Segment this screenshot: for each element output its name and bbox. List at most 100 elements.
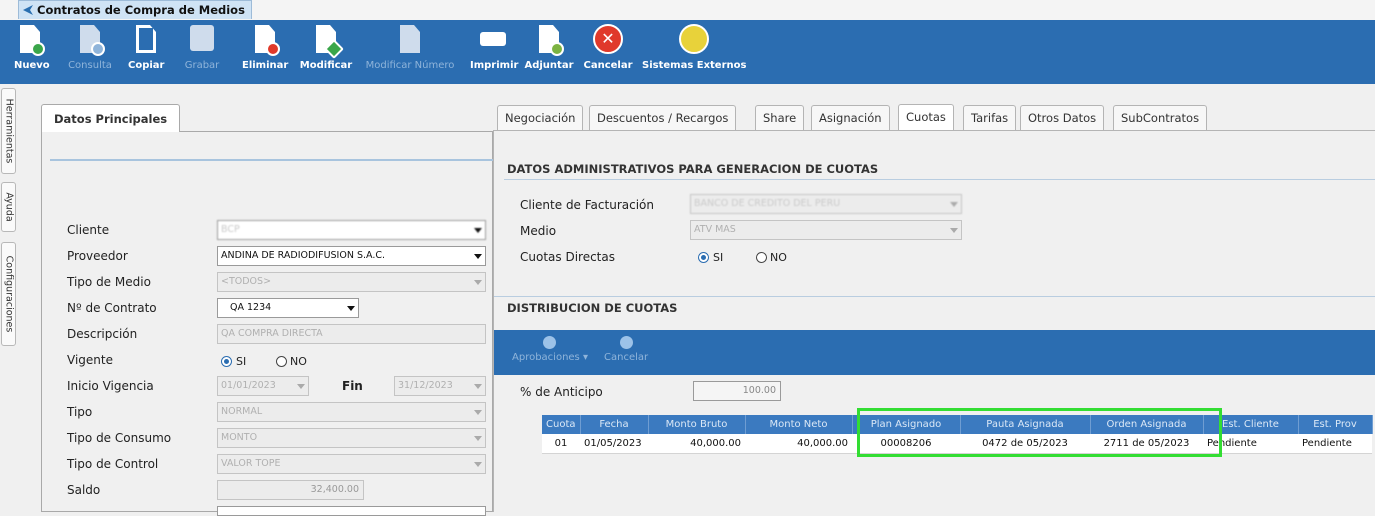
tab-installments[interactable]: Cuotas xyxy=(898,104,954,131)
save-button[interactable]: Grabar xyxy=(184,22,220,80)
media-type-select[interactable]: <TODOS> xyxy=(217,272,486,292)
col-header-est-cliente[interactable]: Est. Cliente xyxy=(1203,415,1299,434)
cell-plan: 00008206 xyxy=(852,434,960,454)
col-header-orden[interactable]: Orden Asignada xyxy=(1090,415,1204,434)
tab-assignment[interactable]: Asignación xyxy=(811,105,890,130)
edit-number-button[interactable]: Modificar Número xyxy=(360,22,460,80)
direct-installments-label: Cuotas Directas xyxy=(520,250,615,264)
direct-installments-yes-label: SI xyxy=(713,251,724,264)
balance-label: Saldo xyxy=(67,483,101,497)
tab-share[interactable]: Share xyxy=(755,105,805,130)
external-systems-icon xyxy=(679,24,709,56)
contract-number-select[interactable]: QA 1234 xyxy=(217,298,359,318)
cancel-distribution-button[interactable]: Cancelar xyxy=(604,336,648,363)
table-row[interactable]: 01 01/05/2023 40,000.00 40,000.00 000082… xyxy=(542,434,1372,454)
consumption-type-select[interactable]: MONTO xyxy=(217,428,486,448)
cell-pauta: 0472 de 05/2023 xyxy=(960,434,1090,454)
chevron-down-icon xyxy=(474,228,482,233)
start-date-label: Inicio Vigencia xyxy=(67,379,154,393)
active-no-radio[interactable] xyxy=(276,356,287,367)
end-date-picker[interactable]: 31/12/2023 xyxy=(394,376,486,396)
advance-percent-field[interactable]: 100.00 xyxy=(693,381,781,401)
col-header-fecha[interactable]: Fecha xyxy=(580,415,649,434)
description-field[interactable]: QA COMPRA DIRECTA xyxy=(217,324,486,344)
balance-field[interactable]: 32,400.00 xyxy=(217,480,364,500)
advance-label: % de Anticipo xyxy=(520,385,603,399)
client-select[interactable]: BCP xyxy=(217,220,486,240)
app-icon xyxy=(23,5,33,15)
cell-est-prov: Pendiente xyxy=(1298,434,1372,454)
col-header-monto-neto[interactable]: Monto Neto xyxy=(745,415,853,434)
col-header-cuota[interactable]: Cuota xyxy=(542,415,581,434)
approvals-button[interactable]: Aprobaciones ▾ xyxy=(512,336,588,363)
main-toolbar: Nuevo Consulta Copiar Grabar Eliminar Mo… xyxy=(0,20,1375,84)
divider xyxy=(50,159,494,161)
distribution-toolbar: Aprobaciones ▾ Cancelar xyxy=(494,330,1375,375)
tab-main-data[interactable]: Datos Principales xyxy=(41,104,181,132)
contract-number-label: Nº de Contrato xyxy=(67,301,157,315)
control-type-select[interactable]: VALOR TOPE xyxy=(217,454,486,474)
delete-document-icon xyxy=(250,24,280,56)
chevron-down-icon xyxy=(474,462,482,467)
cell-fecha: 01/05/2023 xyxy=(580,434,648,454)
copy-button[interactable]: Copiar xyxy=(128,22,164,80)
save-icon xyxy=(187,24,217,56)
external-systems-button[interactable]: Sistemas Externos xyxy=(642,22,746,80)
approvals-icon xyxy=(543,336,557,349)
cell-est-cliente: Pendiente xyxy=(1203,434,1298,454)
side-tab-tools[interactable]: Herramientas xyxy=(1,88,16,174)
tab-rates[interactable]: Tarifas xyxy=(963,105,1017,130)
attach-button[interactable]: Adjuntar xyxy=(524,22,574,80)
start-date-picker[interactable]: 01/01/2023 xyxy=(217,376,309,396)
billing-client-label: Cliente de Facturación xyxy=(520,198,654,212)
side-tabs: Herramientas Ayuda Configuraciones xyxy=(0,84,18,512)
direct-installments-no-radio[interactable] xyxy=(756,252,767,263)
tab-subcontracts[interactable]: SubContratos xyxy=(1113,105,1208,130)
divider xyxy=(494,296,1375,297)
observations-field[interactable] xyxy=(217,506,486,516)
delete-button[interactable]: Eliminar xyxy=(242,22,288,80)
direct-installments-yes-radio[interactable] xyxy=(698,252,709,263)
chevron-down-icon xyxy=(474,280,482,285)
client-label: Cliente xyxy=(67,223,110,237)
provider-select[interactable]: ANDINA DE RADIODIFUSION S.A.C. xyxy=(217,246,486,266)
query-button[interactable]: Consulta xyxy=(64,22,116,80)
tab-negotiation[interactable]: Negociación xyxy=(497,105,584,130)
end-date-label: Fin xyxy=(342,379,363,393)
side-tab-help[interactable]: Ayuda xyxy=(1,182,16,232)
copy-icon xyxy=(131,24,161,56)
divider xyxy=(504,179,1375,180)
tab-other-data[interactable]: Otros Datos xyxy=(1020,105,1105,130)
chevron-down-icon xyxy=(950,202,958,207)
chevron-down-icon xyxy=(474,410,482,415)
col-header-monto-bruto[interactable]: Monto Bruto xyxy=(648,415,746,434)
window-tab[interactable]: Contratos de Compra de Medios xyxy=(18,0,252,19)
chevron-down-icon xyxy=(347,306,355,311)
medium-select[interactable]: ATV MAS xyxy=(690,220,962,240)
billing-client-select[interactable]: BANCO DE CREDITO DEL PERU xyxy=(690,194,962,214)
distribution-section-title: DISTRIBUCION DE CUOTAS xyxy=(507,301,678,315)
chevron-down-icon xyxy=(474,436,482,441)
col-header-plan[interactable]: Plan Asignado xyxy=(852,415,961,434)
detail-panel: Negociación Descuentos / Recargos Share … xyxy=(493,101,1375,512)
tab-discounts[interactable]: Descuentos / Recargos xyxy=(589,105,737,130)
col-header-pauta[interactable]: Pauta Asignada xyxy=(960,415,1091,434)
cell-orden: 2711 de 05/2023 xyxy=(1090,434,1203,454)
edit-document-icon xyxy=(311,24,344,59)
side-tab-settings[interactable]: Configuraciones xyxy=(1,242,16,346)
cancel-button[interactable]: ✕ Cancelar xyxy=(582,22,634,80)
active-no-label: NO xyxy=(290,355,307,368)
col-header-est-prov[interactable]: Est. Prov xyxy=(1298,415,1373,434)
grid-header-row: Cuota Fecha Monto Bruto Monto Neto Plan … xyxy=(542,415,1373,434)
active-yes-radio[interactable] xyxy=(221,356,232,367)
control-type-label: Tipo de Control xyxy=(67,457,159,471)
main-data-body: Cliente BCP Proveedor ANDINA DE RADIODIF… xyxy=(41,131,494,516)
chevron-down-icon xyxy=(297,384,305,389)
active-yes-label: SI xyxy=(236,355,247,368)
edit-button[interactable]: Modificar xyxy=(298,22,354,80)
title-bar: Contratos de Compra de Medios xyxy=(0,0,1375,20)
installments-body: DATOS ADMINISTRATIVOS PARA GENERACION DE… xyxy=(493,130,1375,512)
print-button[interactable]: Imprimir xyxy=(470,22,518,80)
type-select[interactable]: NORMAL xyxy=(217,402,486,422)
new-button[interactable]: Nuevo xyxy=(14,22,50,80)
